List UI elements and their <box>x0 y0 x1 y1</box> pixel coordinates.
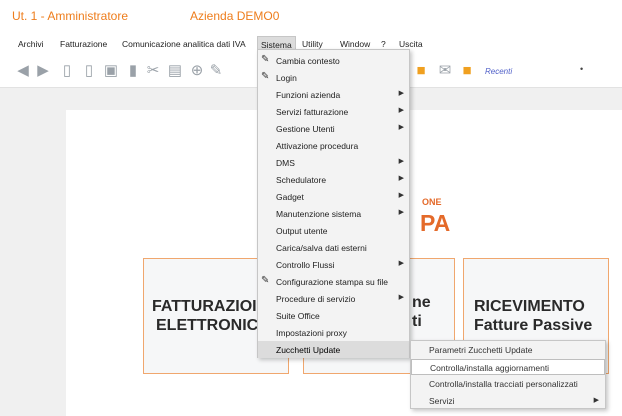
recent-folder-icon[interactable]: ■ <box>458 62 476 80</box>
logo-top-text: ONE <box>422 197 442 207</box>
delete-icon[interactable]: ▮ <box>124 62 142 80</box>
zoom-icon[interactable]: ⊕ <box>188 62 206 80</box>
submenu-arrow-icon: ▶ <box>398 294 404 301</box>
submenu-arrow-icon: ▶ <box>398 175 404 182</box>
submenu-arrow-icon: ▶ <box>398 260 404 267</box>
sistema-dropdown-menu: ✎ Cambia contesto ✎ Login Funzioni azien… <box>257 49 410 358</box>
menu-item-configurazione-stampa[interactable]: ✎ Configurazione stampa su file <box>258 273 409 290</box>
submenu-arrow-icon: ▶ <box>398 192 404 199</box>
logo-bottom-text: PA <box>420 210 451 236</box>
menu-item-carica-salva[interactable]: Carica/salva dati esterni <box>258 239 409 256</box>
menu-item-cambia-contesto[interactable]: ✎ Cambia contesto <box>258 52 409 69</box>
menu-item-attivazione-procedura[interactable]: Attivazione procedura <box>258 137 409 154</box>
recent-label[interactable]: Recenti <box>485 67 512 76</box>
tile-fatturazione-line2: ELETTRONIC <box>156 317 259 334</box>
wrench-icon: ✎ <box>261 54 270 65</box>
menu-item-login[interactable]: ✎ Login <box>258 69 409 86</box>
wrench-icon: ✎ <box>261 71 270 82</box>
menu-item-zucchetti-update[interactable]: Zucchetti Update <box>258 341 409 358</box>
submenu-arrow-icon: ▶ <box>593 397 599 404</box>
menu-comunicazione[interactable]: Comunicazione analitica dati IVA <box>122 39 246 49</box>
title-bar: Ut. 1 - Amministratore Azienda DEMO0 <box>0 0 622 30</box>
submenu-arrow-icon: ▶ <box>398 158 404 165</box>
menu-bar: Archivi Fatturazione Comunicazione anali… <box>0 30 622 54</box>
forward-icon[interactable]: ▶ <box>34 62 52 80</box>
tile-middle-line1: ne <box>412 294 431 311</box>
menu-item-dms[interactable]: DMS ▶ <box>258 154 409 171</box>
menu-fatturazione[interactable]: Fatturazione <box>60 39 107 49</box>
tile-ricevimento-line1: RICEVIMENTO <box>474 298 585 315</box>
menu-uscita[interactable]: Uscita <box>399 39 423 49</box>
zucchetti-update-submenu: Parametri Zucchetti Update Controlla/ins… <box>410 340 606 409</box>
submenu-item-tracciati[interactable]: Controlla/installa tracciati personalizz… <box>411 376 605 392</box>
folder-icon[interactable]: ■ <box>412 62 430 80</box>
new-document-icon[interactable]: ▯ <box>58 62 76 80</box>
menu-item-controllo-flussi[interactable]: Controllo Flussi ▶ <box>258 256 409 273</box>
cut-icon[interactable]: ✂ <box>144 62 162 80</box>
menu-window[interactable]: Window <box>340 39 370 49</box>
user-label: Ut. 1 - Amministratore <box>12 9 129 23</box>
menu-utility[interactable]: Utility <box>302 39 323 49</box>
menu-item-procedure-servizio[interactable]: Procedure di servizio ▶ <box>258 290 409 307</box>
submenu-item-parametri[interactable]: Parametri Zucchetti Update <box>411 342 605 358</box>
mail-icon[interactable]: ✉ <box>436 62 454 80</box>
menu-item-output-utente[interactable]: Output utente <box>258 222 409 239</box>
recent-dropdown-icon[interactable]: • <box>580 64 583 74</box>
menu-item-impostazioni-proxy[interactable]: Impostazioni proxy <box>258 324 409 341</box>
menu-item-schedulatore[interactable]: Schedulatore ▶ <box>258 171 409 188</box>
submenu-arrow-icon: ▶ <box>398 107 404 114</box>
wrench-icon: ✎ <box>261 275 270 286</box>
menu-archivi[interactable]: Archivi <box>18 39 44 49</box>
submenu-arrow-icon: ▶ <box>398 124 404 131</box>
menu-item-funzioni-azienda[interactable]: Funzioni azienda ▶ <box>258 86 409 103</box>
tile-ricevimento-line2: Fatture Passive <box>474 317 593 334</box>
menu-item-servizi-fatturazione[interactable]: Servizi fatturazione ▶ <box>258 103 409 120</box>
company-label: Azienda DEMO0 <box>190 9 280 23</box>
new-record-icon[interactable]: ▯ <box>80 62 98 80</box>
submenu-item-servizi[interactable]: Servizi ▶ <box>411 393 605 409</box>
fatturazione-pa-logo: ONE PA <box>412 188 452 246</box>
menu-item-gestione-utenti[interactable]: Gestione Utenti ▶ <box>258 120 409 137</box>
menu-item-manutenzione-sistema[interactable]: Manutenzione sistema ▶ <box>258 205 409 222</box>
submenu-arrow-icon: ▶ <box>398 90 404 97</box>
menu-item-suite-office[interactable]: Suite Office <box>258 307 409 324</box>
tile-middle-line2: ti <box>412 313 422 330</box>
menu-help[interactable]: ? <box>381 39 386 49</box>
menu-item-gadget[interactable]: Gadget ▶ <box>258 188 409 205</box>
tile-fatturazione-line1: FATTURAZIOI <box>152 298 257 315</box>
submenu-arrow-icon: ▶ <box>398 209 404 216</box>
back-icon[interactable]: ◀ <box>14 62 32 80</box>
submenu-item-controlla-aggiornamenti[interactable]: Controlla/installa aggiornamenti <box>411 359 605 375</box>
save-icon[interactable]: ▣ <box>102 62 120 80</box>
tool-icon[interactable]: ✎ <box>207 62 225 80</box>
print-icon[interactable]: ▤ <box>166 62 184 80</box>
